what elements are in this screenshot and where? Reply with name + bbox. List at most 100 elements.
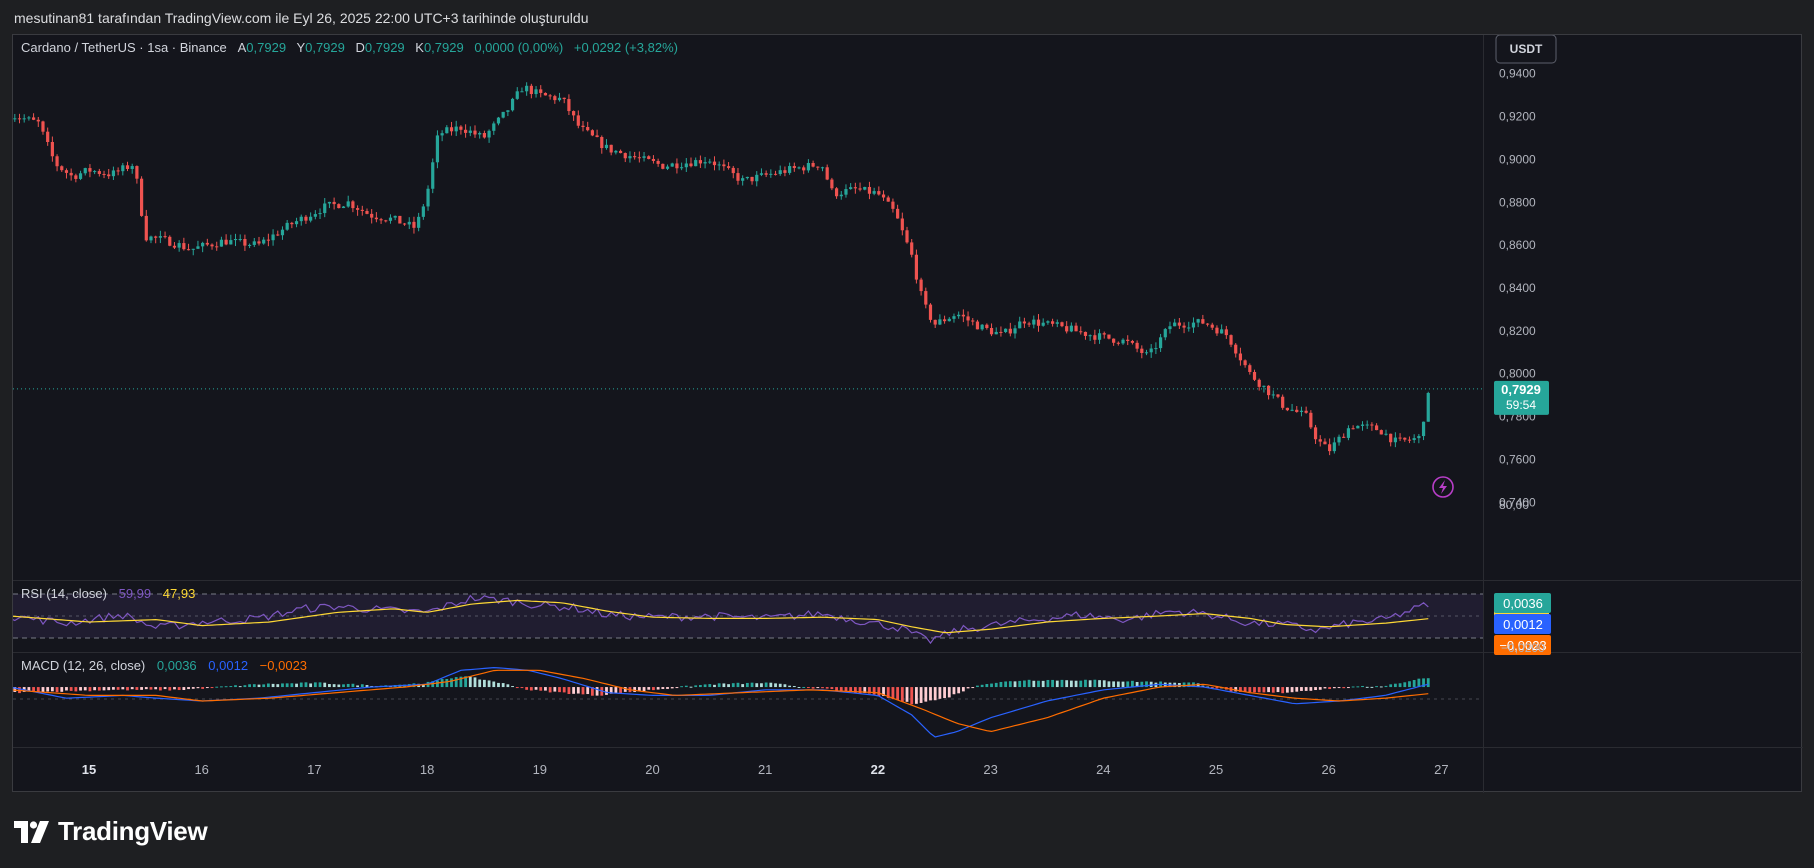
macd-hist-bar <box>567 687 571 695</box>
candle-body <box>844 189 848 195</box>
macd-hist-bar <box>173 687 176 690</box>
candle <box>938 314 942 326</box>
macd-hist-bar <box>243 685 247 688</box>
currency-button[interactable]: USDT <box>1495 34 1557 64</box>
candle-body <box>107 174 111 177</box>
rsi-axis-label: 80,00 <box>1499 498 1529 512</box>
candle <box>13 113 17 122</box>
candle <box>1140 345 1144 359</box>
candle-body <box>534 89 538 95</box>
candle <box>914 249 919 284</box>
candle-body <box>426 188 430 207</box>
macd-hist-bar <box>88 687 92 692</box>
candle-body <box>149 236 153 241</box>
candle <box>1055 319 1059 328</box>
candle-body <box>468 130 472 133</box>
candle-body <box>1069 325 1073 332</box>
candle <box>1374 423 1379 431</box>
macd-hist-bar <box>154 687 158 690</box>
macd-hist-bar <box>614 687 618 693</box>
macd-hist-bar <box>933 687 937 701</box>
macd-hist-bar <box>506 684 510 688</box>
candle-body <box>1271 394 1275 396</box>
candle-body <box>1060 322 1064 327</box>
macd-hist-bar <box>966 687 970 689</box>
tradingview-logo[interactable]: TradingView <box>14 816 208 847</box>
candle <box>341 206 346 209</box>
candle <box>1309 410 1313 430</box>
candle <box>1248 363 1252 375</box>
candle-body <box>1356 425 1360 429</box>
time-tick-label: 17 <box>307 762 321 777</box>
macd-layer <box>13 666 1430 738</box>
candle <box>431 158 435 194</box>
candle <box>1022 317 1027 328</box>
lightning-icon[interactable] <box>1432 476 1454 498</box>
candle <box>1182 322 1186 334</box>
macd-hist-bar <box>1300 687 1303 691</box>
rsi-legend-ma: 47,93 <box>163 586 196 601</box>
candle-body <box>13 118 17 120</box>
candle-body <box>1248 365 1252 372</box>
macd-hist-bar <box>520 687 524 689</box>
candle <box>877 186 881 196</box>
candle-body <box>229 240 233 245</box>
candle <box>928 303 933 323</box>
candle-body <box>1154 348 1158 350</box>
candle-body <box>656 160 660 164</box>
candle-body <box>994 331 998 335</box>
macd-hist-bar <box>1004 681 1008 688</box>
candle <box>435 130 440 169</box>
candle <box>102 170 106 179</box>
macd-hist-bar <box>266 683 270 688</box>
candle <box>595 129 599 138</box>
candle <box>210 243 214 250</box>
candle <box>947 317 951 322</box>
candle <box>572 110 576 121</box>
candle-body <box>576 115 580 126</box>
candle-body <box>839 194 843 197</box>
candle-body <box>858 188 862 190</box>
candle-body <box>1426 392 1430 422</box>
candle <box>1229 334 1233 348</box>
candle <box>1281 394 1285 410</box>
candle-body <box>1295 409 1299 412</box>
macd-hist-bar <box>745 682 749 688</box>
candle-body <box>158 236 162 238</box>
macd-hist-bar <box>1079 680 1083 688</box>
candle-body <box>271 234 275 241</box>
candle-body <box>1403 437 1407 440</box>
candle-body <box>980 324 984 330</box>
macd-label: MACD (12, 26, close) <box>21 658 145 673</box>
candle <box>459 125 463 135</box>
candle-body <box>1351 428 1355 430</box>
candle <box>1065 321 1069 334</box>
candle-body <box>1332 442 1336 452</box>
macd-hist-bar <box>905 687 909 702</box>
chart-svg[interactable]: 0,9400 0,9200 0,9000 0,8800 0,8600 0,8400 0,82… <box>13 34 1803 793</box>
candle-body <box>88 168 92 172</box>
candle <box>849 183 853 190</box>
candle <box>229 234 233 245</box>
macd-hist-badge: 0,0036 <box>1494 593 1551 613</box>
candle <box>1215 325 1219 336</box>
candle-body <box>1093 335 1097 340</box>
candle-body <box>1083 331 1088 336</box>
candle <box>708 158 712 164</box>
candle-body <box>478 133 482 135</box>
macd-hist-bar <box>1055 680 1059 688</box>
candle <box>1041 318 1045 327</box>
macd-hist-bar <box>760 683 763 688</box>
candle-body <box>1365 424 1369 426</box>
candle-body <box>1046 321 1050 323</box>
candle <box>919 277 923 296</box>
candle-body <box>135 166 139 179</box>
candle-body <box>1088 335 1092 337</box>
rsi-legend-value: 59,99 <box>119 586 152 601</box>
candle-body <box>464 129 468 133</box>
macd-hist-bar <box>684 685 688 688</box>
price-tick-label: 0,9200 <box>1499 110 1536 124</box>
macd-hist-bar <box>313 682 317 688</box>
candle <box>1346 425 1351 441</box>
candle-body <box>788 166 792 173</box>
